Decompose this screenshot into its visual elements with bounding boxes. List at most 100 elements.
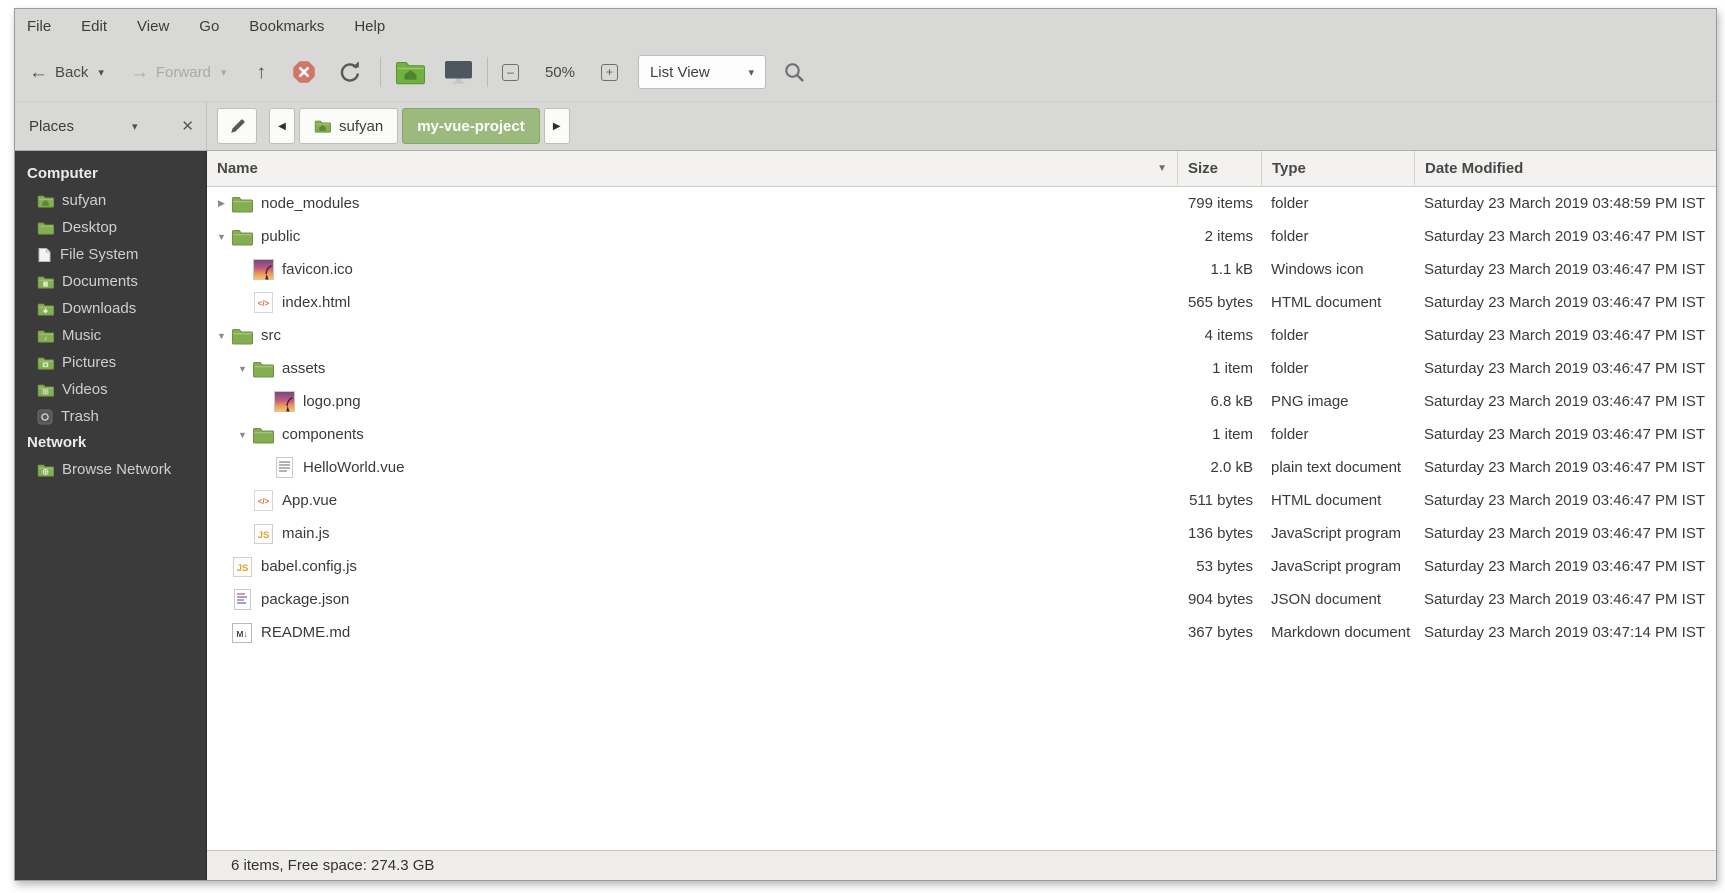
- zoom-in-button[interactable]: +: [601, 64, 618, 81]
- breadcrumb: ◀ sufyanmy-vue-project ▶: [207, 102, 1716, 150]
- column-header-name[interactable]: Name ▼: [207, 151, 1177, 186]
- sidebar-item-label: sufyan: [62, 192, 106, 209]
- folder-home-icon: [314, 119, 331, 133]
- menu-item-go[interactable]: Go: [199, 18, 219, 35]
- file-name: HelloWorld.vue: [303, 459, 404, 476]
- svg-text:</>: </>: [257, 299, 269, 308]
- js-icon: JS: [230, 557, 254, 577]
- table-row[interactable]: favicon.ico1.1 kBWindows iconSaturday 23…: [207, 253, 1716, 286]
- table-row[interactable]: ▼ src4 itemsfolderSaturday 23 March 2019…: [207, 319, 1716, 352]
- file-size: 367 bytes: [1177, 624, 1261, 641]
- view-mode-select[interactable]: List View ▾: [638, 55, 766, 89]
- close-sidebar-button[interactable]: ✕: [181, 117, 194, 135]
- file-date-modified: Saturday 23 March 2019 03:46:47 PM IST: [1414, 261, 1716, 278]
- svg-text:♪: ♪: [44, 335, 47, 342]
- sidebar-item-videos[interactable]: Videos: [15, 376, 206, 403]
- back-button[interactable]: ← Back: [29, 63, 88, 82]
- sidebar-item-desktop[interactable]: Desktop: [15, 214, 206, 241]
- file-name: README.md: [261, 624, 350, 641]
- expand-icon[interactable]: ▶: [213, 198, 230, 209]
- computer-button[interactable]: [444, 59, 473, 85]
- back-arrow-icon: ←: [29, 63, 48, 82]
- folder-videos-icon: [37, 383, 54, 397]
- text-icon: [272, 457, 296, 478]
- sidebar-item-music[interactable]: ♪Music: [15, 322, 206, 349]
- file-name: package.json: [261, 591, 349, 608]
- sidebar-item-pictures[interactable]: Pictures: [15, 349, 206, 376]
- table-row[interactable]: ▶ node_modules799 itemsfolderSaturday 23…: [207, 187, 1716, 220]
- sidebar-item-downloads[interactable]: Downloads: [15, 295, 206, 322]
- view-mode-value: List View: [650, 64, 710, 81]
- sidebar-item-label: Trash: [61, 408, 99, 425]
- file-date-modified: Saturday 23 March 2019 03:46:47 PM IST: [1414, 492, 1716, 509]
- table-row[interactable]: ▼ assets1 itemfolderSaturday 23 March 20…: [207, 352, 1716, 385]
- table-row[interactable]: JSmain.js136 bytesJavaScript programSatu…: [207, 517, 1716, 550]
- collapse-icon[interactable]: ▼: [213, 232, 230, 242]
- edit-path-button[interactable]: [217, 108, 257, 144]
- file-type: JavaScript program: [1261, 525, 1414, 542]
- path-scroll-right-button[interactable]: ▶: [544, 108, 570, 144]
- sidebar-item-label: Pictures: [62, 354, 116, 371]
- table-row[interactable]: M↓README.md367 bytesMarkdown documentSat…: [207, 616, 1716, 649]
- sidebar-item-sufyan[interactable]: sufyan: [15, 187, 206, 214]
- html-icon: </>: [251, 292, 275, 313]
- file-type: folder: [1261, 426, 1414, 443]
- chevron-down-icon: ▾: [748, 66, 754, 79]
- table-row[interactable]: </>App.vue511 bytesHTML documentSaturday…: [207, 484, 1716, 517]
- file-pane: Name ▼ Size Type Date Modified ▶ node_mo…: [207, 151, 1716, 880]
- breadcrumb-sufyan[interactable]: sufyan: [299, 108, 398, 144]
- sidebar-item-documents[interactable]: Documents: [15, 268, 206, 295]
- js-icon: JS: [251, 524, 275, 544]
- folder-music-icon: ♪: [37, 329, 54, 343]
- file-date-modified: Saturday 23 March 2019 03:46:47 PM IST: [1414, 360, 1716, 377]
- file-type: JSON document: [1261, 591, 1414, 608]
- menu-item-bookmarks[interactable]: Bookmarks: [249, 18, 324, 35]
- zoom-level: 50%: [545, 64, 575, 81]
- up-button[interactable]: ↑: [256, 63, 266, 82]
- table-row[interactable]: logo.png6.8 kBPNG imageSaturday 23 March…: [207, 385, 1716, 418]
- sidebar-section-computer: Computer: [15, 161, 206, 187]
- forward-button[interactable]: → Forward: [130, 63, 211, 82]
- path-scroll-left-button[interactable]: ◀: [269, 108, 295, 144]
- reload-button[interactable]: [338, 60, 362, 84]
- stop-icon: [292, 60, 316, 84]
- places-dropdown[interactable]: Places: [29, 118, 74, 135]
- home-button[interactable]: [395, 60, 426, 85]
- file-size: 565 bytes: [1177, 294, 1261, 311]
- collapse-icon[interactable]: ▼: [213, 331, 230, 341]
- table-row[interactable]: </>index.html565 bytesHTML documentSatur…: [207, 286, 1716, 319]
- file-type: folder: [1261, 360, 1414, 377]
- collapse-icon[interactable]: ▼: [234, 430, 251, 440]
- sidebar-item-browse-network[interactable]: Browse Network: [15, 456, 206, 483]
- table-row[interactable]: package.json904 bytesJSON documentSaturd…: [207, 583, 1716, 616]
- status-bar: 6 items, Free space: 274.3 GB: [207, 850, 1716, 880]
- menu-item-file[interactable]: File: [27, 18, 51, 35]
- toolbar-separator: [487, 57, 488, 87]
- forward-history-dropdown[interactable]: ▾: [221, 66, 227, 79]
- breadcrumb-my-vue-project[interactable]: my-vue-project: [402, 108, 540, 144]
- table-row[interactable]: ▼ components1 itemfolderSaturday 23 Marc…: [207, 418, 1716, 451]
- sidebar-item-file-system[interactable]: File System: [15, 241, 206, 268]
- menu-item-view[interactable]: View: [137, 18, 169, 35]
- search-button[interactable]: [784, 62, 805, 83]
- stop-button[interactable]: [292, 60, 316, 84]
- back-history-dropdown[interactable]: ▾: [98, 66, 104, 79]
- sort-descending-icon: ▼: [1157, 163, 1167, 174]
- zoom-out-button[interactable]: –: [502, 64, 519, 81]
- file-date-modified: Saturday 23 March 2019 03:46:47 PM IST: [1414, 228, 1716, 245]
- file-date-modified: Saturday 23 March 2019 03:48:59 PM IST: [1414, 195, 1716, 212]
- markdown-icon: M↓: [230, 623, 254, 643]
- sidebar-item-trash[interactable]: Trash: [15, 403, 206, 430]
- folder-documents-icon: [37, 275, 54, 289]
- column-header-date[interactable]: Date Modified: [1414, 151, 1716, 186]
- table-row[interactable]: HelloWorld.vue2.0 kBplain text documentS…: [207, 451, 1716, 484]
- file-size: 1 item: [1177, 360, 1261, 377]
- menu-item-help[interactable]: Help: [354, 18, 385, 35]
- menu-item-edit[interactable]: Edit: [81, 18, 107, 35]
- table-row[interactable]: ▼ public2 itemsfolderSaturday 23 March 2…: [207, 220, 1716, 253]
- chevron-down-icon[interactable]: ▾: [132, 120, 138, 133]
- column-header-type[interactable]: Type: [1261, 151, 1414, 186]
- table-row[interactable]: JSbabel.config.js53 bytesJavaScript prog…: [207, 550, 1716, 583]
- collapse-icon[interactable]: ▼: [234, 364, 251, 374]
- column-header-size[interactable]: Size: [1177, 151, 1261, 186]
